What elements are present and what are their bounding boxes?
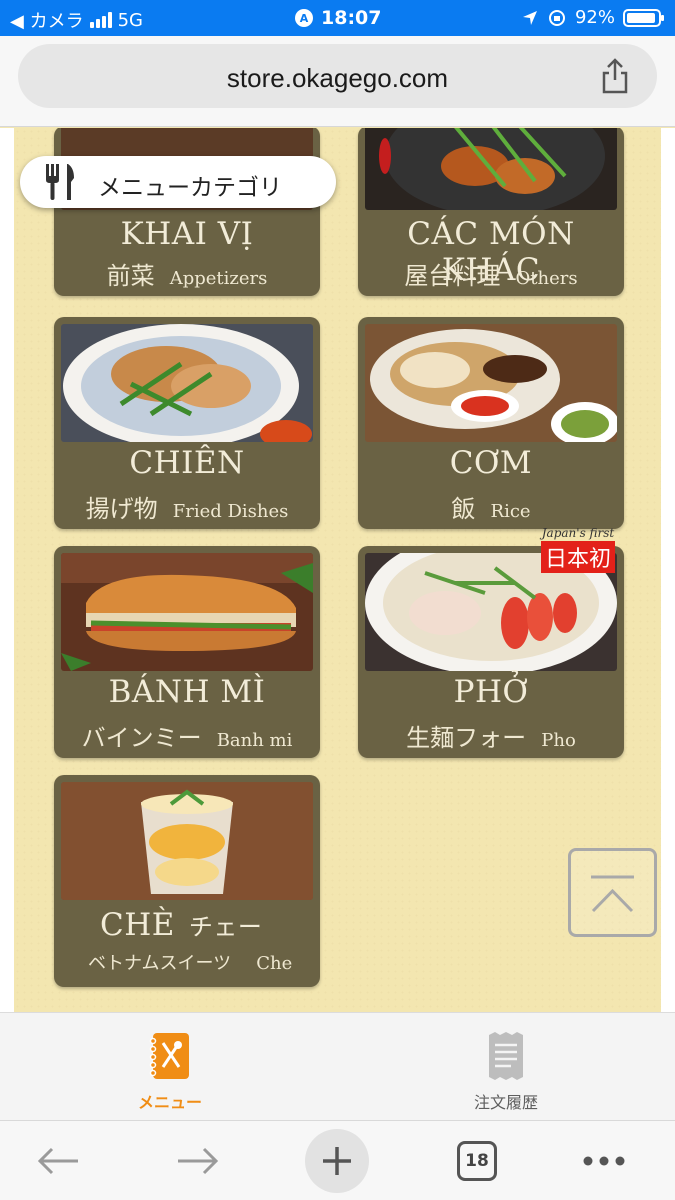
category-subtitle: 屋台料理 Others [358,256,624,291]
category-en: Others [515,268,578,289]
browser-address-area: store.okagego.com [0,36,675,127]
clock: 18:07 [321,7,382,29]
app-tab-bar: メニュー 注文履歴 [0,1012,675,1120]
category-title: CHÈ チェー [54,907,320,943]
scroll-to-top-button[interactable] [568,848,657,937]
status-right: 92% [521,7,664,28]
status-left: ◀ カメラ 5G [10,7,143,33]
menu-category-button[interactable]: メニューカテゴリ [20,156,336,208]
arrow-left-icon [37,1147,78,1175]
category-card-pho[interactable]: PHỞ 生麺フォー Pho [358,546,624,758]
menu-category-label: メニューカテゴリ [98,175,282,201]
browser-toolbar: 18 [0,1120,675,1200]
status-center: A 18:07 [295,7,381,29]
category-card-rice[interactable]: CƠM 飯 Rice [358,317,624,529]
category-subtitle: ベトナムスイーツ Che [54,949,320,975]
category-card-che[interactable]: CHÈ チェー ベトナムスイーツ Che [54,775,320,987]
tab-menu-label: メニュー [137,1093,202,1112]
category-title-vi: CHÈ [100,907,175,943]
rotation-lock-icon [548,9,565,26]
category-jp: 屋台料理 [404,262,501,290]
battery-icon [623,8,664,27]
category-en: Rice [490,501,531,522]
category-title-jp: チェー [188,913,263,941]
category-subtitle: 前菜 Appetizers [54,256,320,291]
category-title: CƠM [449,445,533,481]
category-en: Fried Dishes [172,501,289,522]
category-title: KHAI VỊ [120,216,254,252]
accessibility-icon: A [295,9,313,27]
badge-small-text: Japan's first [541,526,615,540]
category-jp: バインミー [81,724,202,752]
signal-icon [89,12,112,28]
category-title: BÁNH MÌ [108,674,266,710]
network-type: 5G [117,9,143,31]
forward-button[interactable] [168,1131,228,1191]
arrow-right-icon [178,1147,219,1175]
back-button[interactable] [28,1131,88,1191]
category-subtitle: バインミー Banh mi [54,718,320,753]
category-en: Banh mi [216,730,293,751]
category-card-appetizers[interactable]: KHAI VỊ 前菜 Appetizers [54,128,320,296]
category-card-fried[interactable]: CHIÊN 揚げ物 Fried Dishes [54,317,320,529]
others-photo [365,128,617,210]
new-tab-button[interactable] [305,1129,369,1193]
tabs-button[interactable]: 18 [447,1131,507,1191]
battery-percent: 92% [574,7,615,28]
back-to-app-link[interactable]: ◀ カメラ [10,7,84,33]
menu-book-icon [149,1033,189,1079]
location-arrow-icon [522,10,537,25]
category-en: Appetizers [169,268,268,289]
category-card-others[interactable]: CÁC MÓN KHÁC 屋台料理 Others [358,128,624,296]
page-content: KHAI VỊ 前菜 Appetizers CÁC MÓN KHÁC 屋台料理 … [0,128,675,1012]
tab-order-history[interactable]: 注文履歴 [426,1031,586,1113]
share-icon[interactable] [595,56,635,96]
url-text[interactable]: store.okagego.com [18,63,657,94]
category-subtitle: 生麺フォー Pho [358,718,624,753]
category-jp: 揚げ物 [85,495,158,523]
plus-icon [323,1147,351,1175]
rice-photo [365,324,617,442]
category-jp: ベトナムスイーツ [88,953,232,974]
status-bar: ◀ カメラ 5G A 18:07 92% [0,0,675,36]
category-card-banhmi[interactable]: BÁNH MÌ バインミー Banh mi [54,546,320,758]
fried-photo [61,324,313,442]
category-title: PHỞ [453,674,529,710]
tab-menu[interactable]: メニュー [90,1031,250,1113]
tab-count-badge: 18 [457,1141,497,1181]
japan-first-badge: Japan's first 日本初 [528,526,628,573]
category-jp: 飯 [451,495,476,523]
category-en: Pho [541,730,576,751]
category-title: CHIÊN [129,445,245,481]
category-en: Che [256,953,293,974]
category-jp: 前菜 [106,262,155,290]
more-options-button[interactable] [574,1131,634,1191]
category-subtitle: 揚げ物 Fried Dishes [54,489,320,524]
banhmi-photo [61,553,313,671]
badge-big-text: 日本初 [540,541,615,573]
category-subtitle: 飯 Rice [358,489,624,524]
cutlery-icon [46,164,74,200]
address-bar[interactable]: store.okagego.com [18,44,657,108]
receipt-icon [489,1032,523,1080]
tab-history-label: 注文履歴 [473,1093,538,1112]
category-jp: 生麺フォー [406,724,527,752]
che-photo [61,782,313,900]
chevron-up-icon [591,875,634,913]
more-dots-icon [583,1156,625,1166]
